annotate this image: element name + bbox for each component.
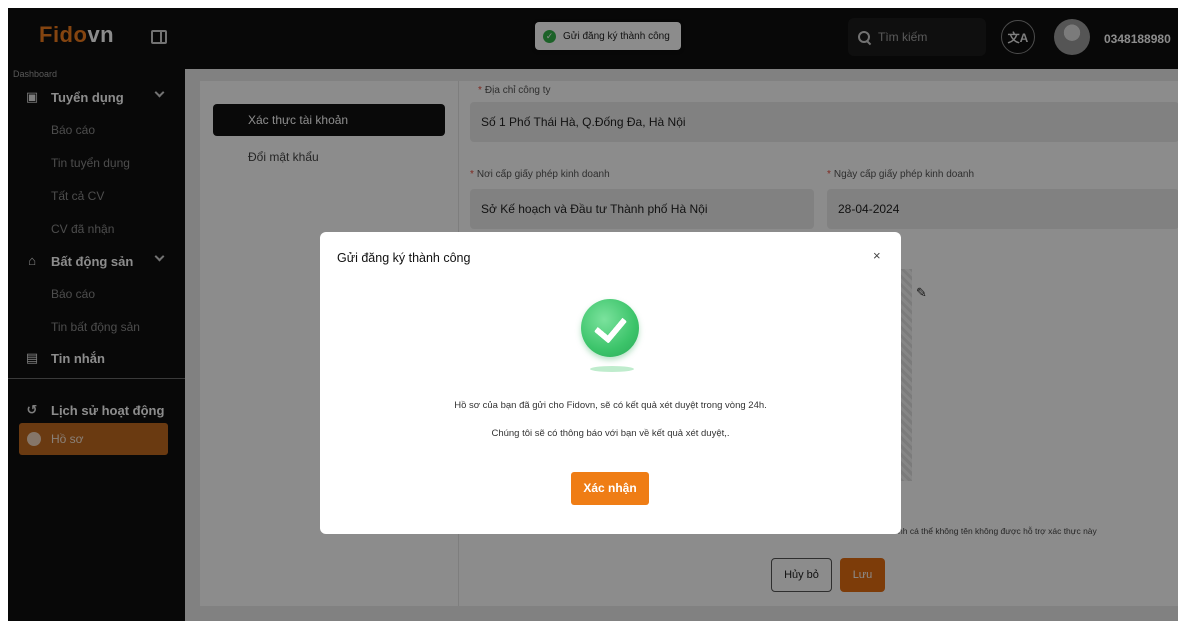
success-modal: Gửi đăng ký thành công × Hồ sơ của bạn đ… bbox=[320, 232, 901, 534]
success-check-icon bbox=[581, 299, 639, 357]
close-icon[interactable]: × bbox=[873, 248, 881, 263]
app-frame: Fidovn ✓ Gửi đăng ký thành công 文A 03481… bbox=[8, 8, 1178, 621]
success-icon-shadow bbox=[590, 366, 634, 372]
modal-title: Gửi đăng ký thành công bbox=[337, 251, 471, 265]
modal-message-2: Chúng tôi sẽ có thông báo với bạn về kết… bbox=[491, 428, 730, 439]
modal-message-1: Hồ sơ của bạn đã gửi cho Fidovn, sẽ có k… bbox=[454, 400, 767, 411]
confirm-button[interactable]: Xác nhận bbox=[571, 472, 649, 505]
